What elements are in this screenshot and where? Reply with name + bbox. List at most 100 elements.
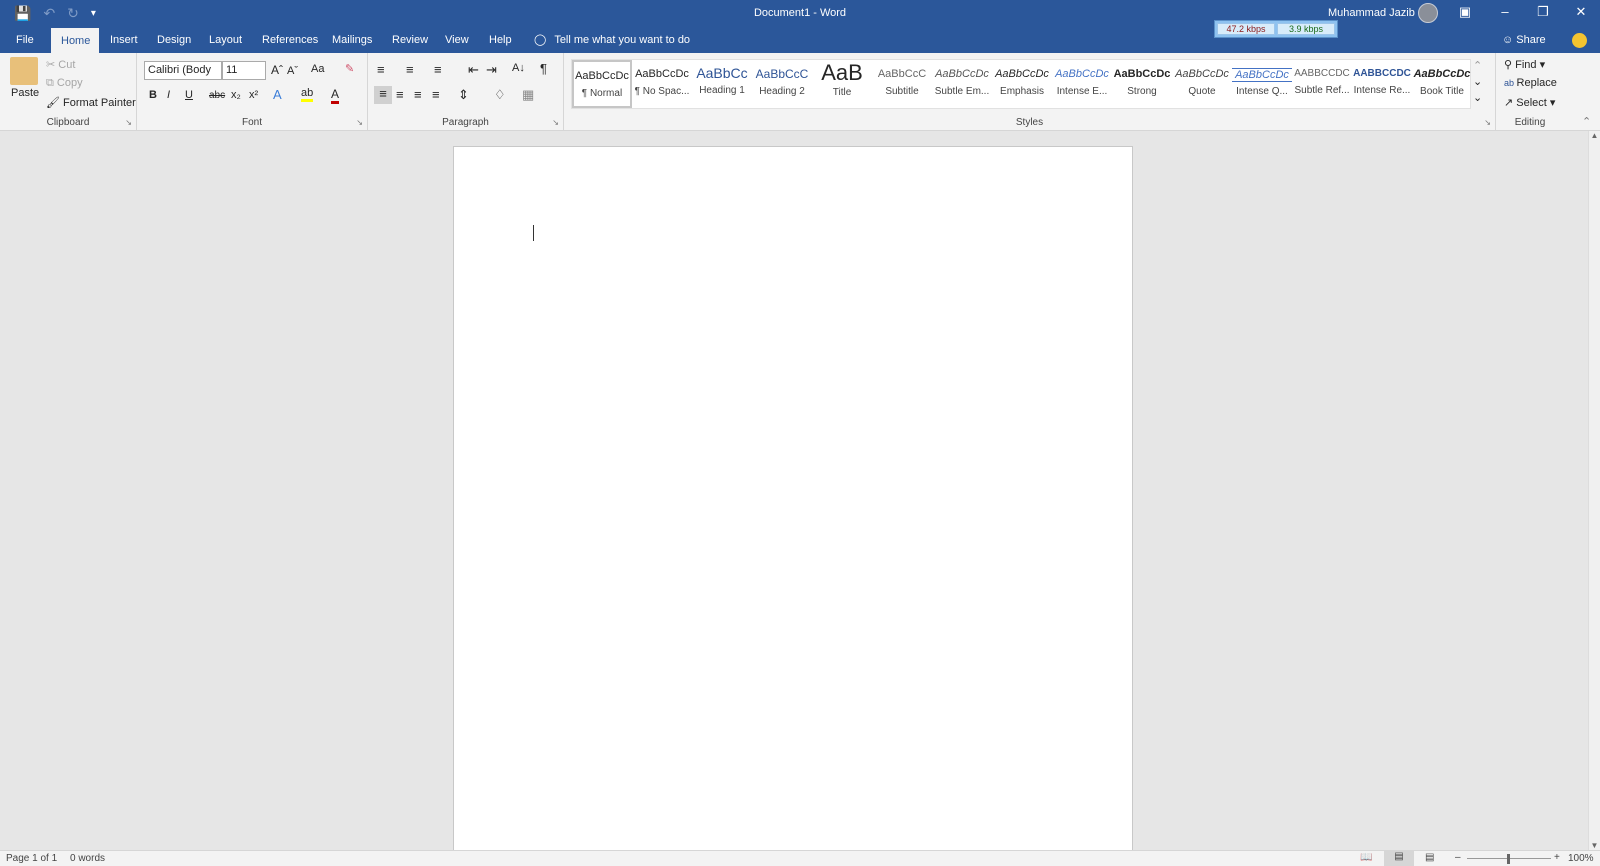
style-no-spacing[interactable]: AaBbCcDc ¶ No Spac... bbox=[632, 60, 692, 108]
user-name[interactable]: Muhammad Jazib bbox=[1328, 7, 1415, 19]
increase-indent-icon[interactable]: ⇥ bbox=[486, 62, 497, 78]
change-case-button[interactable]: Aa bbox=[311, 63, 324, 75]
align-left-icon[interactable]: ≡ bbox=[374, 86, 392, 104]
share-button[interactable]: ☺ Share bbox=[1502, 27, 1546, 53]
editing-group: ⚲ Find ▾ ab Replace ↗ Select ▾ Editing bbox=[1496, 53, 1564, 131]
italic-button[interactable]: I bbox=[167, 89, 170, 101]
copy-button[interactable]: ⧉ Copy bbox=[46, 77, 83, 90]
magnifier-icon: ⚲ bbox=[1504, 59, 1516, 71]
style-subtle-reference[interactable]: AABBCCDC Subtle Ref... bbox=[1292, 60, 1352, 108]
styles-scroll-up-icon[interactable]: ⌃ bbox=[1473, 59, 1482, 72]
numbering-icon[interactable]: ≡ bbox=[406, 62, 414, 77]
underline-button[interactable]: U bbox=[185, 89, 193, 101]
bullets-icon[interactable]: ≡ bbox=[377, 62, 385, 77]
style-title[interactable]: AaB Title bbox=[812, 60, 872, 108]
clear-formatting-icon[interactable]: ✎ bbox=[345, 62, 354, 75]
tell-me-search[interactable]: ◯ Tell me what you want to do bbox=[534, 27, 690, 53]
multilevel-list-icon[interactable]: ≡ bbox=[434, 62, 442, 77]
dialog-launcher-icon[interactable]: ↘ bbox=[356, 118, 363, 127]
tab-mailings[interactable]: Mailings bbox=[322, 27, 382, 53]
zoom-out-icon[interactable]: – bbox=[1455, 852, 1461, 863]
vertical-scrollbar[interactable]: ▲ ▼ bbox=[1588, 131, 1600, 850]
dialog-launcher-icon[interactable]: ↘ bbox=[552, 118, 559, 127]
tab-help[interactable]: Help bbox=[479, 27, 522, 53]
format-painter-button[interactable]: 🖌 Format Painter bbox=[46, 96, 136, 109]
highlight-icon[interactable]: ab bbox=[301, 87, 314, 102]
shrink-font-icon[interactable]: Aˇ bbox=[287, 65, 298, 77]
styles-scroll-down-icon[interactable]: ⌄ bbox=[1473, 75, 1482, 88]
tab-view[interactable]: View bbox=[435, 27, 479, 53]
zoom-level[interactable]: 100% bbox=[1568, 853, 1594, 864]
borders-icon[interactable]: ▦ bbox=[522, 87, 534, 103]
style-normal[interactable]: AaBbCcDc ¶ Normal bbox=[572, 60, 632, 108]
minimize-icon[interactable]: – bbox=[1490, 4, 1520, 19]
zoom-in-icon[interactable]: + bbox=[1554, 852, 1560, 863]
restore-icon[interactable]: ❐ bbox=[1528, 4, 1558, 20]
select-button[interactable]: ↗ Select ▾ bbox=[1504, 96, 1555, 109]
zoom-slider-thumb[interactable] bbox=[1507, 854, 1510, 864]
tab-design[interactable]: Design bbox=[147, 27, 201, 53]
align-center-icon[interactable]: ≡ bbox=[396, 87, 404, 102]
document-page[interactable] bbox=[453, 146, 1133, 856]
tab-file[interactable]: File bbox=[6, 27, 44, 53]
tab-insert[interactable]: Insert bbox=[100, 27, 148, 53]
cut-button[interactable]: ✂ Cut bbox=[46, 58, 75, 71]
strikethrough-button[interactable]: abc bbox=[209, 90, 225, 101]
style-intense-reference[interactable]: AABBCCDC Intense Re... bbox=[1352, 60, 1412, 108]
style-heading-1[interactable]: AaBbCc Heading 1 bbox=[692, 60, 752, 108]
style-intense-quote[interactable]: AaBbCcDc Intense Q... bbox=[1232, 60, 1292, 108]
avatar[interactable] bbox=[1418, 3, 1438, 23]
scroll-up-icon[interactable]: ▲ bbox=[1589, 131, 1600, 140]
style-emphasis[interactable]: AaBbCcDc Emphasis bbox=[992, 60, 1052, 108]
shading-icon[interactable]: ♢ bbox=[494, 87, 506, 103]
print-layout-icon[interactable]: ▤ bbox=[1384, 851, 1414, 866]
bold-button[interactable]: B bbox=[149, 89, 157, 101]
page-count[interactable]: Page 1 of 1 bbox=[6, 853, 57, 864]
scroll-down-icon[interactable]: ▼ bbox=[1589, 841, 1600, 850]
font-name-select[interactable]: Calibri (Body bbox=[144, 61, 222, 80]
lightbulb-icon: ◯ bbox=[534, 34, 547, 46]
tab-references[interactable]: References bbox=[252, 27, 328, 53]
paragraph-label: Paragraph bbox=[442, 117, 489, 128]
cursor-icon: ↗ bbox=[1504, 97, 1517, 109]
dialog-launcher-icon[interactable]: ↘ bbox=[125, 118, 132, 127]
style-quote[interactable]: AaBbCcDc Quote bbox=[1172, 60, 1232, 108]
title-bar: 💾 ↶ ↻ ▾ Document1 - Word Muhammad Jazib … bbox=[0, 0, 1600, 27]
style-subtle-emphasis[interactable]: AaBbCcDc Subtle Em... bbox=[932, 60, 992, 108]
tab-home[interactable]: Home bbox=[51, 28, 99, 53]
feedback-smiley-icon[interactable] bbox=[1572, 33, 1587, 48]
tab-review[interactable]: Review bbox=[382, 27, 438, 53]
sort-icon[interactable]: A↓ bbox=[512, 62, 525, 74]
tab-layout[interactable]: Layout bbox=[199, 27, 252, 53]
dialog-launcher-icon[interactable]: ↘ bbox=[1484, 118, 1491, 127]
style-book-title[interactable]: AaBbCcDc Book Title bbox=[1412, 60, 1472, 108]
show-formatting-button[interactable]: ¶ bbox=[540, 61, 547, 76]
font-label: Font bbox=[241, 117, 262, 128]
text-effects-icon[interactable]: A bbox=[273, 87, 282, 102]
close-icon[interactable]: ✕ bbox=[1566, 4, 1596, 20]
font-color-icon[interactable]: A bbox=[331, 87, 340, 104]
align-right-icon[interactable]: ≡ bbox=[414, 87, 422, 102]
collapse-ribbon-icon[interactable]: ⌃ bbox=[1582, 115, 1591, 128]
paste-button[interactable]: Paste bbox=[11, 87, 39, 99]
decrease-indent-icon[interactable]: ⇤ bbox=[468, 62, 479, 78]
paste-icon[interactable] bbox=[10, 57, 38, 85]
read-mode-icon[interactable]: 📖 bbox=[1360, 852, 1372, 863]
word-count[interactable]: 0 words bbox=[70, 853, 105, 864]
replace-button[interactable]: ab Replace bbox=[1504, 77, 1557, 89]
font-size-select[interactable]: 11 bbox=[222, 61, 266, 80]
ribbon-display-icon[interactable]: ▣ bbox=[1450, 4, 1480, 20]
grow-font-icon[interactable]: Aˆ bbox=[271, 63, 283, 77]
web-layout-icon[interactable]: ▤ bbox=[1425, 852, 1434, 863]
find-button[interactable]: ⚲ Find ▾ bbox=[1504, 58, 1545, 71]
style-heading-2[interactable]: AaBbCcC Heading 2 bbox=[752, 60, 812, 108]
style-intense-emphasis[interactable]: AaBbCcDc Intense E... bbox=[1052, 60, 1112, 108]
network-meter: 47.2 kbps 3.9 kbps bbox=[1214, 20, 1338, 38]
style-strong[interactable]: AaBbCcDc Strong bbox=[1112, 60, 1172, 108]
subscript-button[interactable]: x₂ bbox=[231, 89, 241, 101]
styles-more-icon[interactable]: ⌄ bbox=[1473, 91, 1482, 104]
justify-icon[interactable]: ≡ bbox=[432, 87, 440, 102]
superscript-button[interactable]: x² bbox=[249, 89, 258, 101]
line-spacing-icon[interactable]: ⇕ bbox=[458, 87, 469, 103]
style-subtitle[interactable]: AaBbCcC Subtitle bbox=[872, 60, 932, 108]
